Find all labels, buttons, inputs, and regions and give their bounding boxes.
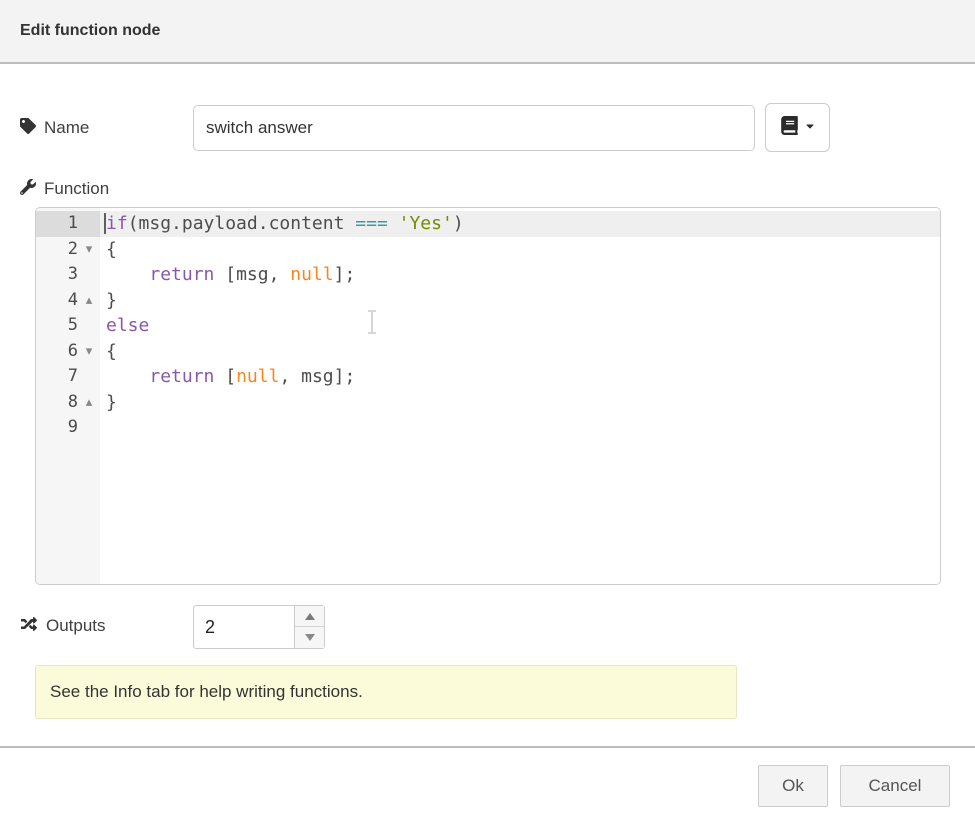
fold-close-icon[interactable]: ▴ (82, 288, 96, 314)
form-tips-text: See the Info tab for help writing functi… (50, 682, 363, 701)
code-line-9[interactable] (100, 415, 940, 441)
gutter-line-4[interactable]: 4▴ (36, 288, 100, 314)
line-number: 6 (68, 341, 78, 361)
triangle-up-icon (305, 613, 315, 620)
gutter-line-9[interactable]: 9 (36, 415, 100, 441)
gutter-line-6[interactable]: 6▾ (36, 339, 100, 365)
gutter-line-2[interactable]: 2▾ (36, 237, 100, 263)
editor-code[interactable]: if(msg.payload.content === 'Yes'){ retur… (100, 208, 940, 584)
wrench-icon (20, 179, 36, 200)
code-line-7[interactable]: return [null, msg]; (100, 364, 940, 390)
line-number: 4 (68, 290, 78, 310)
gutter-line-7[interactable]: 7 (36, 364, 100, 390)
form-tips: See the Info tab for help writing functi… (35, 665, 737, 719)
tag-icon (20, 118, 36, 139)
token-keyword: if (106, 213, 128, 234)
cancel-button[interactable]: Cancel (840, 765, 950, 807)
token-plain: { (106, 341, 117, 362)
dialog-title: Edit function node (20, 0, 160, 62)
code-line-4[interactable]: } (100, 288, 940, 314)
book-icon (781, 116, 798, 140)
line-number: 8 (68, 392, 78, 412)
function-label: Function (20, 176, 109, 202)
caret-down-icon (805, 119, 815, 137)
line-number: 9 (68, 417, 78, 437)
outputs-input[interactable] (194, 606, 295, 648)
dialog-header: Edit function node (0, 0, 975, 64)
token-constant: null (236, 366, 279, 387)
line-number: 2 (68, 239, 78, 259)
name-label-text: Name (44, 118, 89, 138)
code-line-2[interactable]: { (100, 237, 940, 263)
token-plain (388, 213, 399, 234)
fold-open-icon[interactable]: ▾ (82, 339, 96, 365)
token-plain: ]; (334, 264, 356, 285)
code-line-8[interactable]: } (100, 390, 940, 416)
code-line-3[interactable]: return [msg, null]; (100, 262, 940, 288)
spinner-down-button[interactable] (295, 627, 324, 648)
token-string: 'Yes' (399, 213, 453, 234)
token-plain: } (106, 290, 117, 311)
shuffle-icon (20, 616, 38, 637)
token-plain: { (106, 239, 117, 260)
token-plain: ) (453, 213, 464, 234)
token-keyword: return (149, 366, 214, 387)
mouse-ibeam-cursor (366, 309, 378, 339)
gutter-line-1[interactable]: 1 (36, 211, 100, 237)
spinner-buttons (294, 606, 324, 648)
function-label-text: Function (44, 179, 109, 199)
text-cursor (104, 213, 106, 234)
token-plain (106, 264, 149, 285)
token-plain: [msg, (214, 264, 290, 285)
fold-close-icon[interactable]: ▴ (82, 390, 96, 416)
token-operator: === (355, 213, 388, 234)
name-input[interactable] (193, 105, 755, 151)
library-dropdown-button[interactable] (765, 103, 830, 152)
token-plain: } (106, 392, 117, 413)
token-plain (106, 366, 149, 387)
outputs-label: Outputs (20, 613, 106, 639)
gutter-line-5[interactable]: 5 (36, 313, 100, 339)
spinner-up-button[interactable] (295, 606, 324, 627)
name-label: Name (20, 114, 89, 142)
outputs-label-text: Outputs (46, 616, 106, 636)
ok-button[interactable]: Ok (758, 765, 828, 807)
line-number: 3 (68, 264, 78, 284)
fold-open-icon[interactable]: ▾ (82, 237, 96, 263)
line-number: 1 (68, 213, 78, 233)
outputs-spinner (193, 605, 325, 649)
gutter-line-8[interactable]: 8▴ (36, 390, 100, 416)
code-line-5[interactable]: else (100, 313, 940, 339)
gutter-line-3[interactable]: 3 (36, 262, 100, 288)
token-constant: null (290, 264, 333, 285)
line-number: 5 (68, 315, 78, 335)
triangle-down-icon (305, 634, 315, 641)
code-line-6[interactable]: { (100, 339, 940, 365)
token-plain: (msg.payload.content (128, 213, 356, 234)
token-keyword: return (149, 264, 214, 285)
token-plain: [ (214, 366, 236, 387)
token-plain: , msg]; (279, 366, 355, 387)
editor-gutter: 12▾34▴56▾78▴9 (36, 208, 100, 584)
code-line-1[interactable]: if(msg.payload.content === 'Yes') (100, 211, 940, 237)
function-code-editor[interactable]: 12▾34▴56▾78▴9 if(msg.payload.content ===… (35, 207, 941, 585)
token-keyword: else (106, 315, 149, 336)
footer-divider (0, 746, 975, 748)
line-number: 7 (68, 366, 78, 386)
